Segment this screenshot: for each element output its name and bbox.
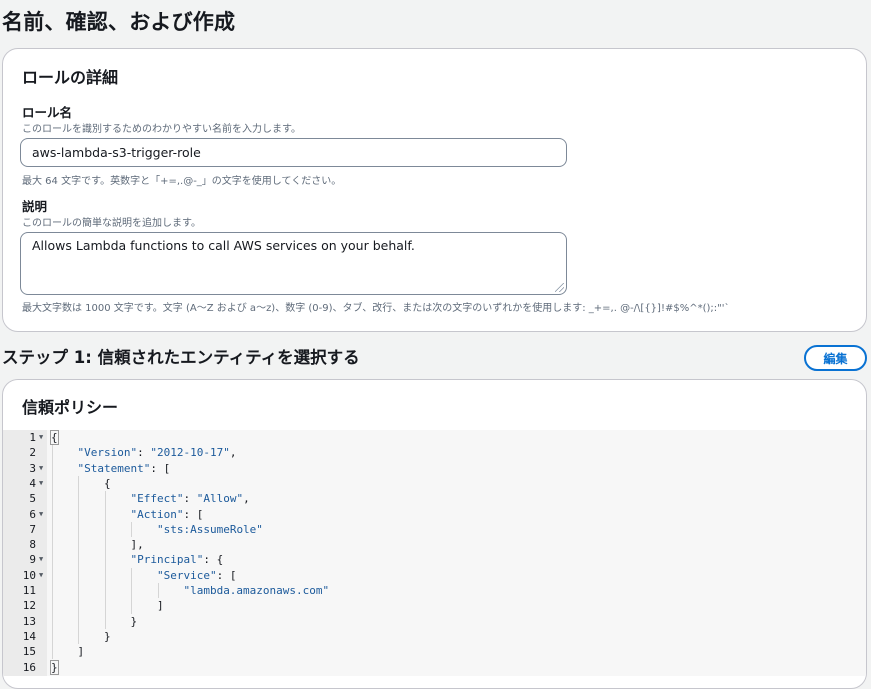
- code-line: 7 "sts:AssumeRole": [3, 522, 866, 537]
- code-line: 15 ]: [3, 644, 866, 659]
- line-number: 7: [29, 522, 36, 536]
- indent-guide: [157, 583, 159, 599]
- description-label: 説明: [22, 199, 48, 214]
- code-text: "sts:AssumeRole": [156, 522, 263, 536]
- indent-guide: [131, 567, 133, 614]
- description-value: Allows Lambda functions to call AWS serv…: [32, 238, 415, 253]
- code-text: "Effect": "Allow",: [130, 492, 250, 506]
- role-details-title: ロールの詳細: [22, 68, 119, 87]
- role-name-label: ロール名: [22, 105, 73, 120]
- line-number: 3: [29, 461, 36, 475]
- code-text: "Action": [: [130, 507, 204, 521]
- code-line: 9 ▼ "Principal": {: [3, 552, 866, 567]
- code-text: }: [51, 614, 138, 628]
- description-textarea[interactable]: Allows Lambda functions to call AWS serv…: [20, 232, 567, 295]
- code-text: {: [50, 430, 59, 445]
- code-line: 12 ]: [3, 598, 866, 613]
- line-number: 13: [22, 614, 36, 628]
- line-number: 11: [22, 584, 36, 597]
- line-number: 5: [29, 492, 36, 506]
- description-help: このロールの簡単な説明を追加します。: [22, 218, 201, 229]
- indent-guide: [52, 445, 53, 660]
- line-number: 8: [29, 538, 36, 552]
- code-line: 2 "Version": "2012-10-17",: [3, 445, 866, 460]
- line-number: 6: [29, 507, 36, 521]
- line-number: 1: [29, 431, 36, 444]
- fold-arrow-icon[interactable]: ▼: [39, 461, 43, 476]
- code-text: "lambda.amazonaws.com": [183, 584, 330, 597]
- resize-handle-icon[interactable]: [555, 283, 564, 292]
- description-hint: 最大文字数は 1000 文字です。文字 (A〜Z および a〜z)、数字 (0-…: [22, 303, 730, 314]
- role-details-panel: ロールの詳細 ロール名 このロールを識別するためのわかりやすい名前を入力します。…: [2, 48, 867, 332]
- line-number: 14: [22, 629, 36, 643]
- code-line: 10 ▼ "Service": [: [3, 568, 866, 583]
- code-editor[interactable]: 1 ▼{2 "Version": "2012-10-17", 3 ▼ "Stateme…: [3, 430, 866, 676]
- code-text: }: [51, 629, 111, 643]
- code-line: 14 }: [3, 629, 866, 644]
- code-text: ]: [51, 645, 85, 659]
- line-number: 10: [22, 568, 36, 582]
- code-text: "Principal": {: [130, 553, 224, 567]
- role-name-description: このロールを識別するためのわかりやすい名前を入力します。: [22, 124, 301, 135]
- code-text: ],: [51, 538, 144, 552]
- code-line: 3 ▼ "Statement": [: [3, 461, 866, 476]
- step1-title: ステップ 1: 信頼されたエンティティを選択する: [2, 348, 360, 367]
- trust-policy-panel: 信頼ポリシー 1 ▼{2 "Version": "2012-10-17", 3 ▼ "…: [2, 379, 867, 689]
- line-number: 2: [29, 446, 36, 460]
- code-line: 1 ▼ {: [3, 430, 866, 445]
- code-line: 5 "Effect": "Allow",: [3, 491, 866, 506]
- edit-button[interactable]: 編集: [804, 345, 867, 371]
- role-name-hint: 最大 64 文字です。英数字と「+=,.@-_」の文字を使用してください。: [22, 176, 342, 187]
- indent-guide: [104, 491, 106, 629]
- fold-arrow-icon[interactable]: ▼: [39, 507, 43, 522]
- role-name-input[interactable]: aws-lambda-s3-trigger-role: [20, 138, 567, 167]
- code-line: 6 ▼ "Action": [: [3, 507, 866, 522]
- code-line: 11 "lambda.amazonaws.com": [3, 583, 866, 598]
- fold-arrow-icon[interactable]: ▼: [39, 430, 43, 445]
- code-line: 8 ],: [3, 537, 866, 552]
- line-number: 16: [22, 660, 36, 674]
- code-line: 13 }: [3, 614, 866, 629]
- code-text: "Statement": [: [77, 461, 171, 475]
- page-title: 名前、確認、および作成: [2, 10, 236, 34]
- line-number: 4: [29, 476, 36, 490]
- indent-guide: [131, 521, 133, 538]
- code-line: 4 ▼ {: [3, 476, 866, 491]
- fold-arrow-icon[interactable]: ▼: [39, 568, 43, 583]
- code-text: "Version": "2012-10-17",: [77, 446, 237, 460]
- indent-guide: [78, 475, 80, 645]
- code-text: ]: [51, 599, 164, 613]
- line-number: 12: [22, 599, 36, 613]
- line-number: 9: [29, 553, 36, 567]
- fold-arrow-icon[interactable]: ▼: [39, 476, 43, 491]
- code-text: {: [51, 476, 111, 490]
- code-text: }: [50, 659, 59, 675]
- code-line: 16}: [3, 659, 866, 675]
- line-number: 15: [22, 645, 36, 659]
- fold-arrow-icon[interactable]: ▼: [39, 552, 43, 567]
- trust-policy-title: 信頼ポリシー: [22, 398, 119, 417]
